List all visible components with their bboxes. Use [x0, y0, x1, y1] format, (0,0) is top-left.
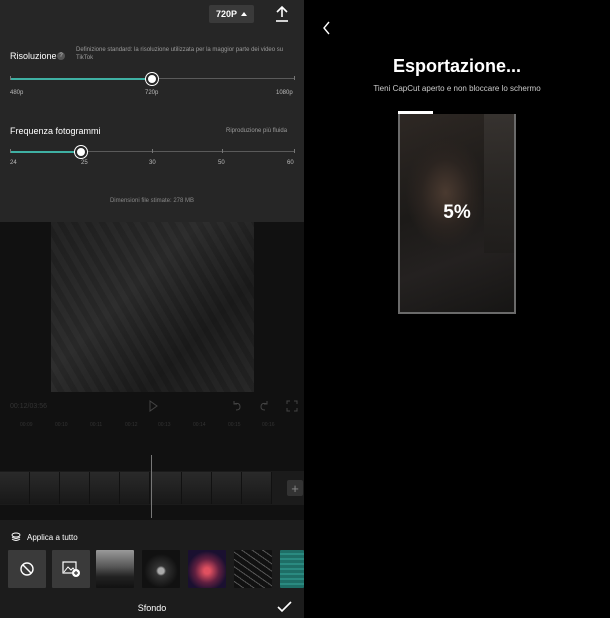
resolution-tick-1080p: 1080p — [276, 90, 293, 96]
resolution-slider-thumb[interactable] — [146, 73, 158, 85]
add-clip-button[interactable]: + — [287, 480, 303, 496]
background-thumbnail[interactable] — [188, 550, 226, 588]
resolution-label: Risoluzione — [10, 51, 57, 61]
export-percent: 5% — [443, 202, 471, 223]
background-thumbnail[interactable] — [280, 550, 304, 588]
background-thumbnail[interactable] — [234, 550, 272, 588]
ruler-label: 00:11 — [90, 422, 103, 428]
no-background-icon — [20, 562, 34, 576]
upload-icon[interactable] — [274, 5, 290, 23]
ruler-label: 00:10 — [55, 422, 68, 428]
resolution-button-label: 720P — [215, 9, 238, 19]
export-title: Esportazione... — [392, 56, 522, 76]
back-arrow-icon[interactable] — [322, 21, 332, 35]
background-thumbnail[interactable] — [96, 550, 134, 588]
framerate-slider-thumb[interactable] — [75, 146, 87, 158]
framerate-tick-24: 24 — [10, 160, 17, 166]
ruler-label: 00:16 — [262, 422, 275, 428]
framerate-label: Frequenza fotogrammi — [10, 126, 101, 136]
timeline-ruler: 00:09 00:10 00:11 00:12 00:13 00:14 00:1… — [0, 422, 304, 432]
framerate-tick-60: 60 — [287, 160, 294, 166]
framerate-tick-30: 30 — [149, 160, 156, 166]
clip-frame — [0, 472, 30, 504]
export-progress-fill — [398, 111, 434, 114]
background-panel-title: Sfondo — [137, 603, 167, 613]
playback-time: 00:12/03:56 — [10, 403, 47, 410]
add-image-icon — [62, 561, 80, 577]
ruler-label: 00:14 — [193, 422, 206, 428]
clip-frame — [90, 472, 120, 504]
no-background-button[interactable] — [8, 550, 46, 588]
estimated-file-size: Dimensioni file stimate: 278 MB — [109, 198, 195, 204]
video-preview — [51, 222, 254, 392]
clip-frame — [60, 472, 90, 504]
playhead[interactable] — [151, 455, 152, 518]
ruler-label: 00:13 — [158, 422, 171, 428]
undo-icon[interactable] — [231, 400, 243, 412]
clip-frame — [30, 472, 60, 504]
redo-icon[interactable] — [258, 400, 270, 412]
caret-up-icon — [241, 12, 248, 16]
checkmark-icon[interactable] — [277, 600, 292, 614]
resolution-dropdown-button[interactable]: 720P — [209, 5, 254, 23]
framerate-tick-50: 50 — [218, 160, 225, 166]
apply-to-all-label[interactable]: Applica a tutto — [27, 533, 78, 542]
ruler-label: 00:12 — [125, 422, 138, 428]
export-screen: Esportazione... Tieni CapCut aperto e no… — [304, 0, 610, 618]
clip-frame — [212, 472, 242, 504]
clip-frame — [182, 472, 212, 504]
editor-panel: 720P Risoluzione ? Definizione standard:… — [0, 0, 304, 618]
clip-frame — [152, 472, 182, 504]
fullscreen-icon[interactable] — [286, 400, 298, 412]
resolution-tick-480p: 480p — [10, 90, 24, 96]
export-progress-bar — [398, 111, 516, 114]
export-settings-panel: 720P Risoluzione ? Definizione standard:… — [0, 0, 304, 222]
play-icon[interactable] — [147, 400, 159, 412]
help-icon[interactable]: ? — [57, 52, 65, 60]
resolution-description: Definizione standard: la risoluzione uti… — [76, 47, 284, 61]
framerate-description: Riproduzione più fluida — [226, 128, 288, 134]
add-image-button[interactable] — [52, 550, 90, 588]
export-subtitle: Tieni CapCut aperto e non bloccare lo sc… — [373, 84, 541, 93]
ruler-label: 00:09 — [20, 422, 33, 428]
ruler-label: 00:15 — [228, 422, 241, 428]
layers-icon — [11, 532, 21, 541]
clip-frame — [120, 472, 150, 504]
clip-frame — [242, 472, 272, 504]
framerate-tick-25: 25 — [81, 160, 88, 166]
background-thumbnail[interactable] — [142, 550, 180, 588]
resolution-tick-720p: 720p — [145, 90, 159, 96]
